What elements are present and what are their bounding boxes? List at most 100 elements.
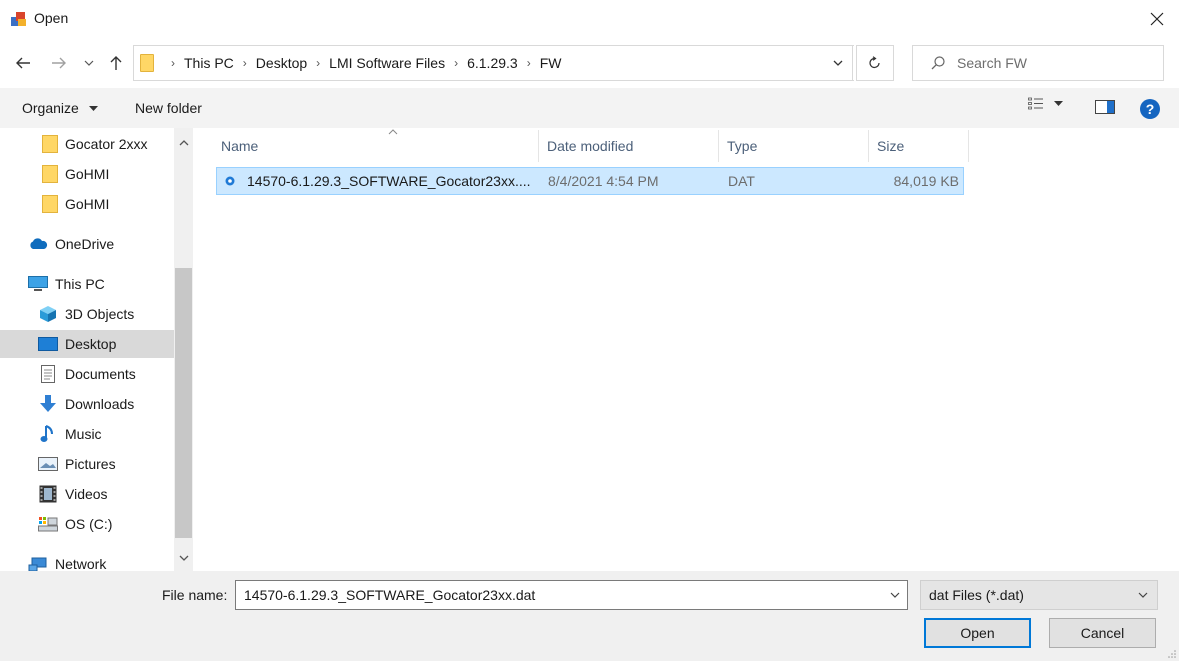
resize-grip-icon[interactable]	[1167, 649, 1177, 659]
file-type: DAT	[728, 173, 755, 189]
sort-up-icon	[388, 126, 398, 138]
back-button[interactable]	[10, 50, 36, 76]
breadcrumb-item[interactable]: 6.1.29.3	[467, 55, 518, 71]
chevron-down-icon	[833, 60, 843, 66]
new-folder-button[interactable]: New folder	[135, 100, 202, 116]
forward-button[interactable]	[46, 50, 72, 76]
computer-icon	[28, 275, 48, 293]
sidebar-item-desktop[interactable]: Desktop	[0, 330, 174, 358]
file-type-dropdown-button[interactable]	[1133, 582, 1153, 608]
cube-icon	[38, 305, 58, 323]
sidebar-item-3d-objects[interactable]: 3D Objects	[0, 300, 174, 328]
column-header-type[interactable]: Type	[719, 130, 869, 162]
sidebar-item-label: Documents	[65, 366, 136, 382]
cancel-button[interactable]: Cancel	[1049, 618, 1156, 648]
column-header-size[interactable]: Size	[869, 130, 969, 162]
sidebar-item-label: Downloads	[65, 396, 135, 412]
sidebar-item-this-pc[interactable]: This PC	[0, 270, 174, 298]
up-arrow-icon	[110, 56, 122, 70]
breadcrumb-separator-icon[interactable]: ›	[454, 56, 458, 70]
scroll-down-icon[interactable]	[174, 550, 193, 566]
details-view-icon	[1028, 97, 1043, 110]
file-name-dropdown-button[interactable]	[884, 581, 906, 609]
file-name-input[interactable]: 14570-6.1.29.3_SOFTWARE_Gocator23xx.dat	[235, 580, 908, 610]
column-label: Date modified	[547, 138, 634, 154]
sidebar-item-label: Network	[55, 556, 107, 571]
document-icon	[38, 365, 58, 383]
sidebar-item-gohmi[interactable]: GoHMI	[0, 160, 174, 188]
folder-icon	[40, 135, 60, 153]
column-label: Name	[221, 138, 259, 154]
sidebar-item-network[interactable]: Network	[0, 550, 174, 571]
sidebar-item-gohmi-2[interactable]: GoHMI	[0, 190, 174, 218]
sidebar-item-label: Videos	[65, 486, 108, 502]
up-button[interactable]	[104, 50, 128, 76]
breadcrumb-item[interactable]: FW	[540, 55, 562, 71]
back-arrow-icon	[16, 57, 30, 69]
sidebar-item-label: 3D Objects	[65, 306, 135, 322]
open-button[interactable]: Open	[924, 618, 1031, 648]
help-icon: ?	[1145, 101, 1155, 117]
breadcrumb-item[interactable]: This PC	[184, 55, 234, 71]
desktop-icon	[38, 335, 58, 353]
column-label: Size	[877, 138, 905, 154]
organize-button[interactable]: Organize	[22, 100, 98, 116]
scrollbar-thumb[interactable]	[175, 268, 192, 538]
application-icon	[11, 12, 26, 26]
address-history-button[interactable]	[822, 45, 854, 81]
chevron-down-icon	[1138, 592, 1148, 598]
caret-down-icon	[88, 106, 98, 112]
window-title: Open	[34, 10, 69, 26]
network-icon	[28, 555, 48, 571]
search-input[interactable]: Search FW	[957, 55, 1027, 71]
sidebar-item-pictures[interactable]: Pictures	[0, 450, 174, 478]
sidebar-item-onedrive[interactable]: OneDrive	[0, 230, 174, 258]
file-row[interactable]: 14570-6.1.29.3_SOFTWARE_Gocator23xx.... …	[216, 167, 964, 195]
sidebar-item-label: Pictures	[65, 456, 116, 472]
breadcrumb-separator-icon: ›	[171, 56, 175, 70]
column-header-date-modified[interactable]: Date modified	[539, 130, 719, 162]
sidebar-item-gocator-2xxx[interactable]: Gocator 2xxx	[0, 130, 174, 158]
sidebar-item-label: OneDrive	[55, 236, 115, 252]
caret-down-icon	[1054, 101, 1063, 106]
breadcrumb-item[interactable]: Desktop	[256, 55, 307, 71]
close-button[interactable]	[1143, 6, 1171, 32]
sidebar-item-label: Music	[65, 426, 102, 442]
chevron-down-icon	[890, 592, 900, 598]
folder-icon	[40, 165, 60, 183]
forward-arrow-icon	[52, 57, 66, 69]
help-button[interactable]: ?	[1140, 99, 1160, 119]
download-icon	[38, 395, 58, 413]
file-date: 8/4/2021 4:54 PM	[548, 173, 659, 189]
file-type-select[interactable]: dat Files (*.dat)	[920, 580, 1158, 610]
breadcrumb-separator-icon[interactable]: ›	[243, 56, 247, 70]
sidebar-item-label: GoHMI	[65, 196, 110, 212]
sidebar-scrollbar[interactable]	[174, 128, 193, 571]
preview-pane-button[interactable]	[1095, 100, 1115, 114]
search-box[interactable]: Search FW	[912, 45, 1164, 81]
refresh-button[interactable]	[856, 45, 894, 81]
sidebar-item-label: This PC	[55, 276, 105, 292]
sidebar-item-downloads[interactable]: Downloads	[0, 390, 174, 418]
pictures-icon	[38, 455, 58, 473]
search-icon	[931, 56, 945, 70]
address-bar[interactable]: › This PC › Desktop › LMI Software Files…	[133, 45, 853, 81]
column-header-name[interactable]: Name	[213, 129, 539, 162]
cloud-icon	[28, 235, 48, 253]
drive-icon	[38, 515, 58, 533]
breadcrumb: › This PC › Desktop › LMI Software Files…	[162, 55, 561, 71]
refresh-icon	[869, 56, 880, 69]
sidebar-item-documents[interactable]: Documents	[0, 360, 174, 388]
breadcrumb-separator-icon[interactable]: ›	[316, 56, 320, 70]
sidebar-item-videos[interactable]: Videos	[0, 480, 174, 508]
breadcrumb-item[interactable]: LMI Software Files	[329, 55, 445, 71]
sidebar-item-os-c[interactable]: OS (C:)	[0, 510, 174, 538]
navigation-bar: › This PC › Desktop › LMI Software Files…	[0, 38, 1179, 88]
sidebar-item-music[interactable]: Music	[0, 420, 174, 448]
change-view-button[interactable]	[1028, 97, 1063, 111]
file-list: Name Date modified Type Size 14570-6.1.2…	[193, 128, 1179, 571]
breadcrumb-separator-icon[interactable]: ›	[527, 56, 531, 70]
command-bar: Organize New folder	[0, 88, 1179, 128]
recent-locations-button[interactable]	[80, 50, 98, 76]
scroll-up-icon[interactable]	[174, 134, 193, 150]
